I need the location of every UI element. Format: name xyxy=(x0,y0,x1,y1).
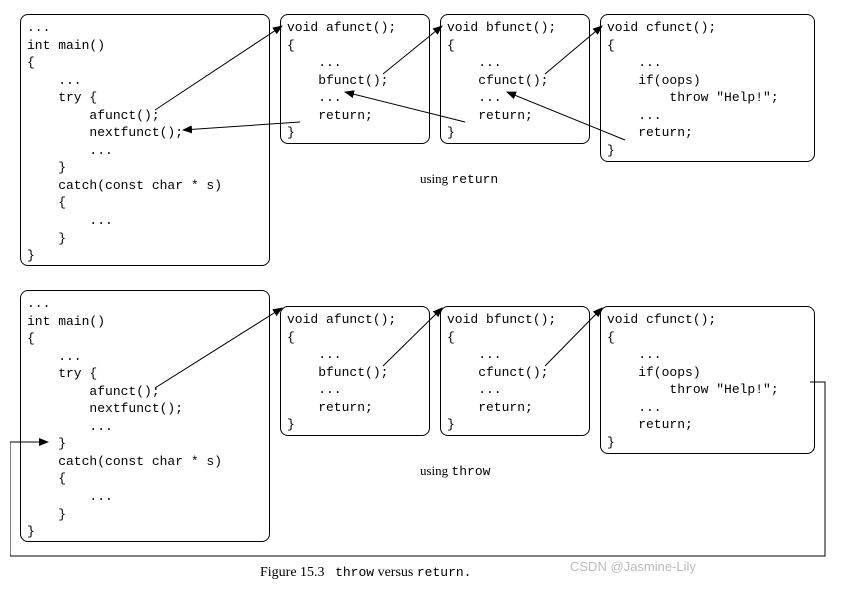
code-box-cfunct-2: void cfunct(); { ... if(oops) throw "Hel… xyxy=(600,306,815,454)
watermark: CSDN @Jasmine-Lily xyxy=(570,558,696,576)
code-box-afunct-1: void afunct(); { ... bfunct(); ... retur… xyxy=(280,14,430,144)
label-using-return: using using returnreturn xyxy=(420,170,498,189)
code-box-main-1: ... int main() { ... try { afunct(); nex… xyxy=(20,14,270,266)
code-box-main-2: ... int main() { ... try { afunct(); nex… xyxy=(20,290,270,542)
diagram-canvas: ... int main() { ... try { afunct(); nex… xyxy=(10,10,831,581)
figure-caption: Figure 15.3 throw versus return. xyxy=(260,564,471,583)
code-box-cfunct-1: void cfunct(); { ... if(oops) throw "Hel… xyxy=(600,14,815,162)
code-box-afunct-2: void afunct(); { ... bfunct(); ... retur… xyxy=(280,306,430,436)
code-box-bfunct-2: void bfunct(); { ... cfunct(); ... retur… xyxy=(440,306,590,436)
label-using-throw: using throw xyxy=(420,462,490,481)
code-box-bfunct-1: void bfunct(); { ... cfunct(); ... retur… xyxy=(440,14,590,144)
